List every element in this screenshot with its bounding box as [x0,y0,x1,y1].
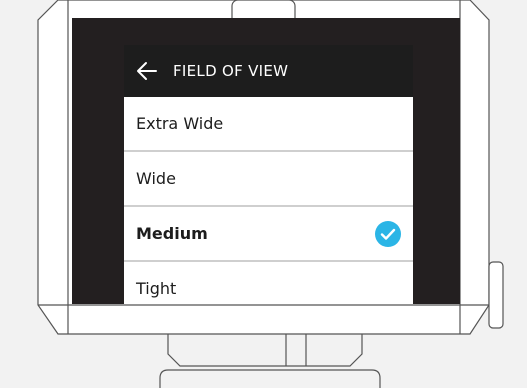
option-tight[interactable]: Tight [124,262,413,304]
menu-header: FIELD OF VIEW [124,45,413,97]
option-label: Tight [136,279,177,298]
page-title: FIELD OF VIEW [173,62,289,80]
option-extra-wide[interactable]: Extra Wide [124,97,413,152]
device-screen: FIELD OF VIEW Extra Wide Wide Medium Tig… [72,18,460,304]
option-medium[interactable]: Medium [124,207,413,262]
option-label: Extra Wide [136,114,224,133]
checkmark-circle-icon [375,220,401,247]
option-wide[interactable]: Wide [124,152,413,207]
option-label: Wide [136,169,176,188]
arrow-left-icon[interactable] [136,60,158,82]
option-label: Medium [136,224,208,243]
field-of-view-menu: FIELD OF VIEW Extra Wide Wide Medium Tig… [124,45,413,304]
